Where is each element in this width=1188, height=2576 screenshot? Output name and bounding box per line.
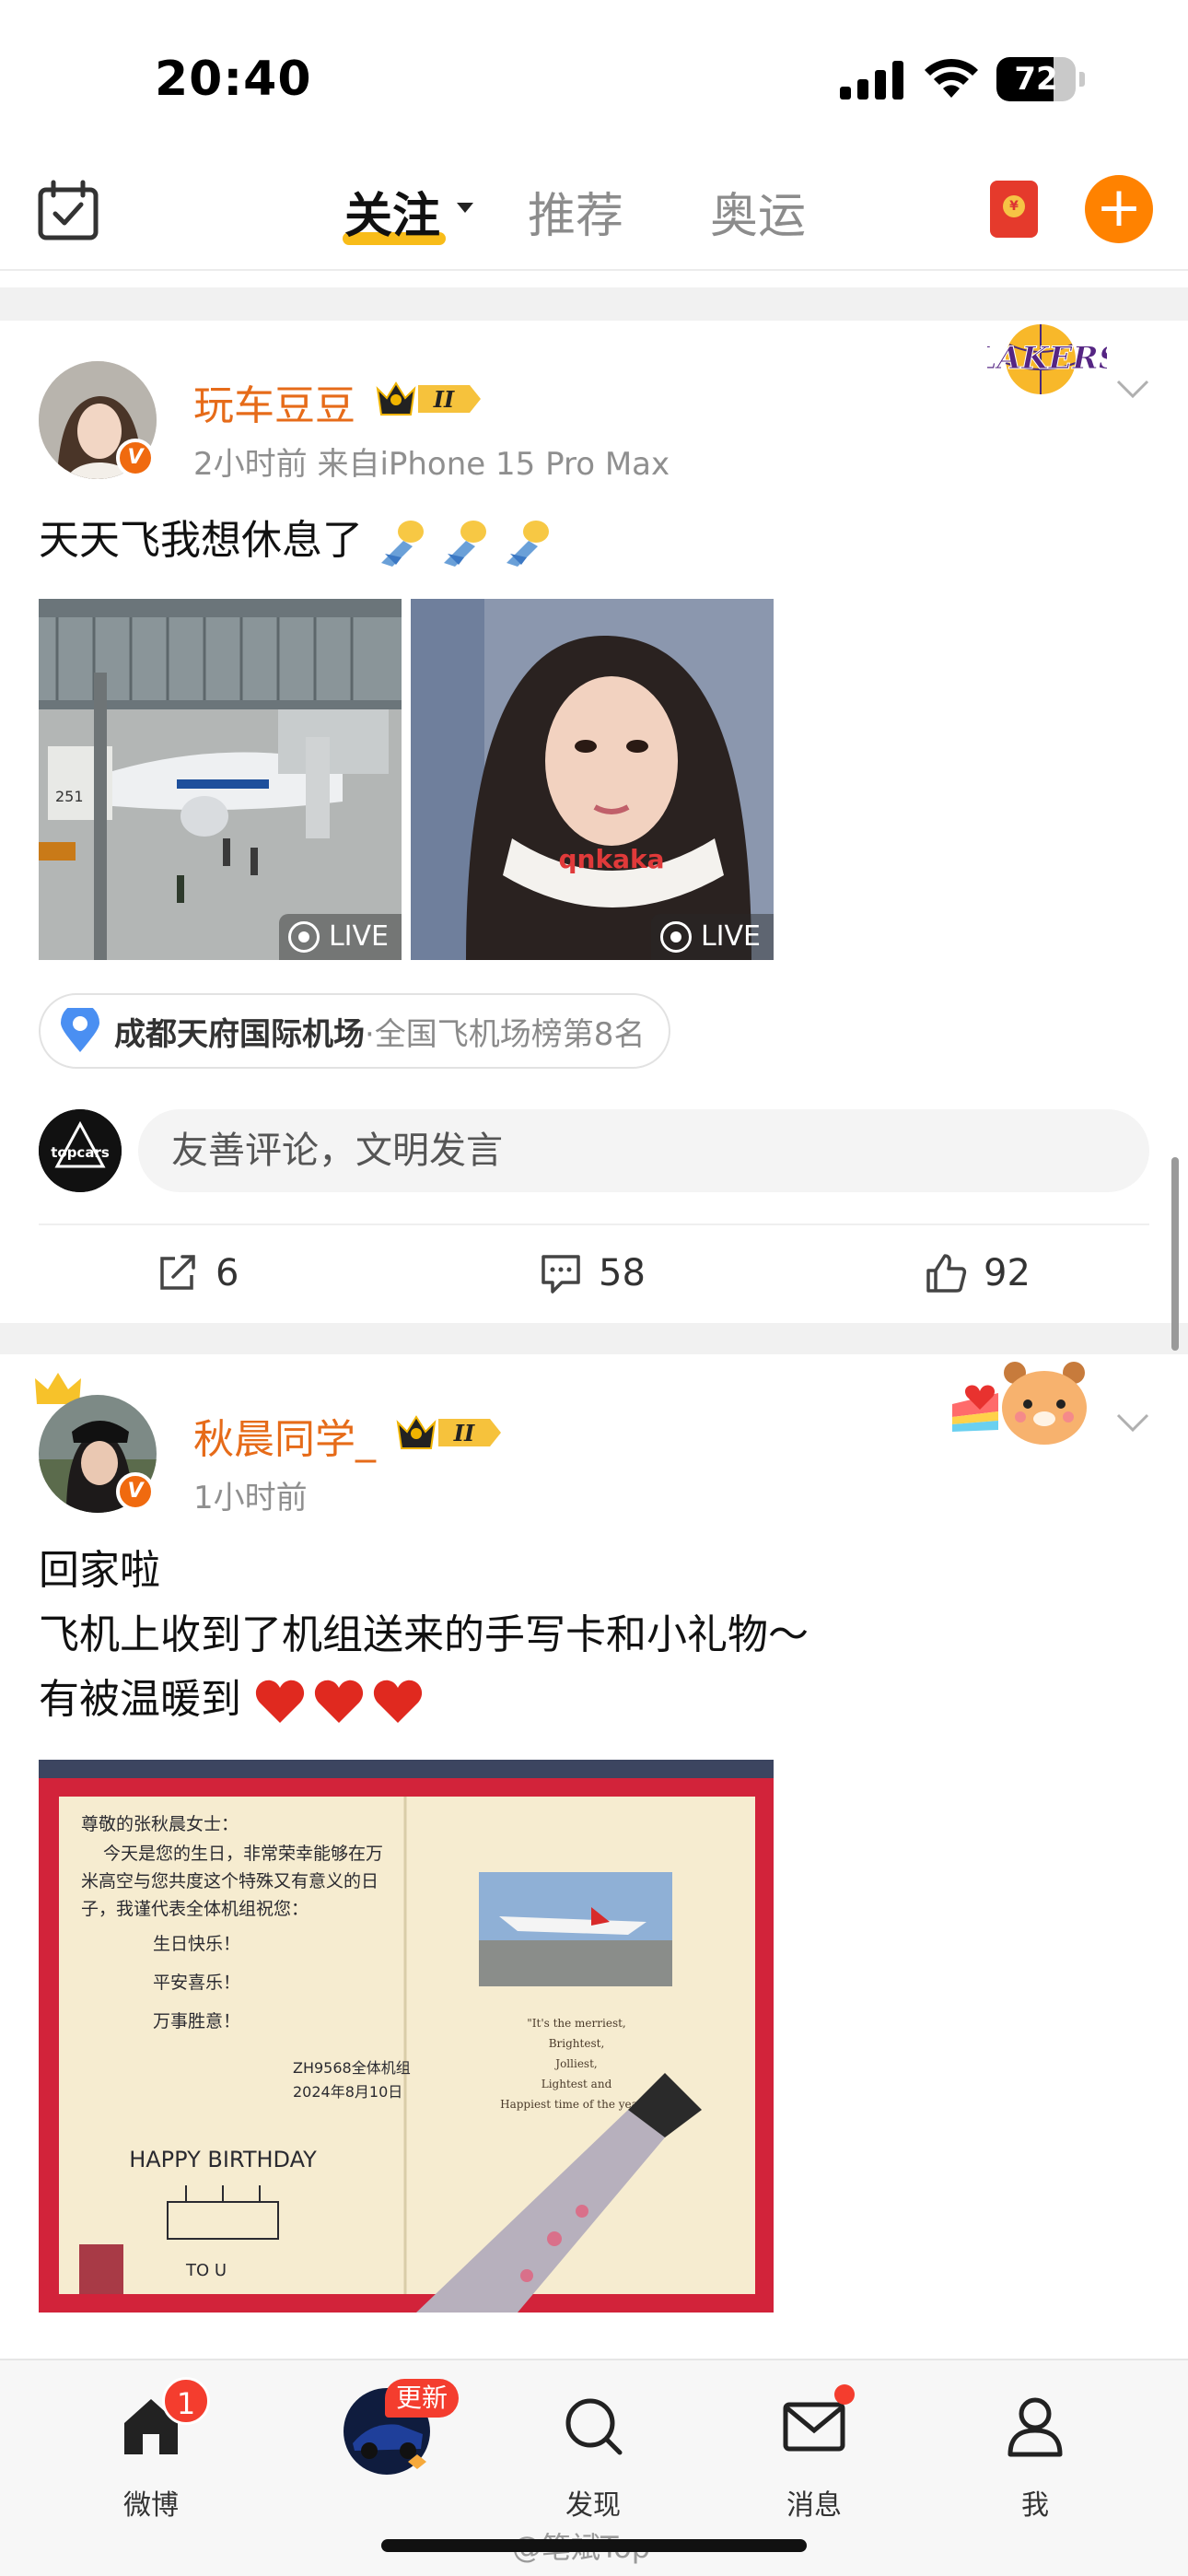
location-rank: ·全国飞机场榜第8名 (365, 1015, 646, 1053)
top-nav: 关注 推荐 奥运 ¥ + (0, 157, 1188, 271)
chevron-down-icon[interactable] (1114, 1411, 1151, 1434)
post-image-selfie[interactable]: qnkaka LIVE (411, 599, 774, 960)
lakers-fan-badge-icon: LAKERS (987, 324, 1107, 394)
post-meta: 2小时前 来自iPhone 15 Pro Max (193, 446, 670, 483)
svg-text:2024年8月10日: 2024年8月10日 (293, 2083, 402, 2101)
svg-text:"It's the merriest,: "It's the merriest, (527, 2017, 626, 2030)
live-photo-badge: LIVE (650, 914, 774, 960)
compose-plus-button[interactable]: + (1085, 175, 1153, 243)
svg-text:万事胜意！: 万事胜意！ (153, 2011, 240, 2032)
post-text-line: 回家啦 (39, 1547, 160, 1594)
svg-text:II: II (433, 386, 455, 413)
tab-recommend[interactable]: 推荐 (528, 177, 623, 246)
post-text: 天天飞我想休息了 (39, 509, 556, 573)
red-heart-icon (372, 1679, 424, 1725)
dropdown-caret-icon[interactable] (457, 203, 473, 213)
verified-badge-icon: V (116, 1472, 155, 1511)
svg-text:II: II (453, 1420, 475, 1446)
post-image-airport[interactable]: 251 LIVE (39, 599, 402, 960)
tab-messages[interactable]: 消息 (750, 2388, 879, 2522)
svg-text:HAPPY BIRTHDAY: HAPPY BIRTHDAY (129, 2147, 317, 2172)
live-photo-icon (287, 921, 320, 953)
svg-text:ZH9568全体机组: ZH9568全体机组 (293, 2059, 411, 2077)
live-photo-badge: LIVE (278, 914, 402, 960)
svg-text:qnkaka: qnkaka (558, 844, 664, 874)
profile-icon (1007, 2397, 1063, 2457)
airplane-emoji-icon (376, 517, 431, 568)
svg-text:今天是您的生日，非常荣幸能够在万: 今天是您的生日，非常荣幸能够在万 (103, 1844, 383, 1864)
status-time: 20:40 (155, 52, 312, 107)
svg-text:Brightest,: Brightest, (549, 2037, 605, 2050)
verified-badge-icon: V (116, 439, 155, 477)
feed-separator (0, 287, 1188, 321)
update-badge: 更新 (385, 2379, 460, 2418)
svg-text:子，我谨代表全体机组祝您：: 子，我谨代表全体机组祝您： (81, 1899, 309, 1919)
post-text-line-hearts: 有被温暖到 (39, 1668, 809, 1732)
comment-input[interactable]: 友善评论，文明发言 (138, 1109, 1149, 1192)
chevron-down-icon[interactable] (1114, 378, 1151, 400)
svg-text:TO U: TO U (185, 2261, 227, 2280)
svg-text:topcars: topcars (51, 1144, 110, 1161)
svg-text:平安喜乐！: 平安喜乐！ (153, 1973, 240, 1993)
svg-text:Lightest and: Lightest and (542, 2078, 612, 2090)
wifi-icon (925, 58, 978, 98)
comment-button[interactable]: 58 (540, 1246, 646, 1301)
svg-text:251: 251 (55, 788, 84, 805)
post-username[interactable]: 玩车豆豆 (193, 372, 355, 431)
tab-olympics[interactable]: 奥运 (710, 177, 806, 246)
svg-text:LAKERS: LAKERS (987, 340, 1107, 377)
bear-fan-badge-icon (952, 1362, 1087, 1445)
post-meta: 1小时前 (193, 1480, 308, 1516)
post-text: 回家啦 飞机上收到了机组送来的手写卡和小礼物～ 有被温暖到 (39, 1539, 809, 1732)
tab-label: 微博 (123, 2489, 179, 2522)
repost-icon (160, 1255, 195, 1290)
comment-icon (542, 1255, 580, 1294)
cellular-signal-icon (840, 61, 903, 100)
tab-label: 发现 (565, 2489, 621, 2522)
message-unread-dot (834, 2384, 855, 2405)
live-photo-icon (659, 921, 692, 953)
battery-percent: 72 (1014, 61, 1058, 98)
scrollbar[interactable] (1171, 1157, 1179, 1351)
vip-crown-badge-icon: II (376, 381, 481, 416)
battery-indicator: 72 (996, 57, 1085, 101)
tab-discover[interactable]: 发现 (529, 2388, 658, 2522)
repost-button[interactable]: 6 (157, 1246, 239, 1301)
tab-following[interactable]: 关注 (344, 177, 440, 246)
svg-text:生日快乐！: 生日快乐！ (153, 1934, 240, 1954)
home-indicator[interactable] (381, 2539, 807, 2552)
tab-label: 我 (1021, 2489, 1049, 2522)
vip-crown-badge-icon: II (396, 1415, 501, 1449)
like-button[interactable]: 92 (925, 1246, 1031, 1301)
location-name: 成都天府国际机场 (114, 1015, 365, 1053)
svg-text:尊敬的张秋晨女士：: 尊敬的张秋晨女士： (81, 1814, 239, 1834)
red-packet-icon[interactable]: ¥ (990, 181, 1038, 238)
repost-count: 6 (215, 1252, 239, 1294)
airplane-emoji-icon (501, 517, 556, 568)
post-username[interactable]: 秋晨同学_ (193, 1406, 376, 1465)
location-tag[interactable]: 成都天府国际机场 ·全国飞机场榜第8名 (39, 993, 671, 1069)
feed-separator (0, 1323, 1188, 1354)
my-avatar[interactable]: topcars (39, 1109, 122, 1192)
thumbs-up-icon (926, 1254, 967, 1293)
search-icon (565, 2398, 623, 2455)
svg-text:米高空与您共度这个特殊又有意义的日: 米高空与您共度这个特殊又有意义的日 (81, 1871, 379, 1891)
mail-icon (783, 2402, 845, 2452)
location-pin-icon (61, 1008, 99, 1052)
calendar-check-icon[interactable] (37, 179, 99, 241)
like-count: 92 (984, 1252, 1031, 1294)
divider (39, 1224, 1149, 1225)
home-notification-badge: 1 (162, 2377, 210, 2425)
tab-label: 消息 (786, 2489, 842, 2522)
red-heart-icon (313, 1679, 365, 1725)
post-image-birthday-card[interactable]: "It's the merriest, Brightest, Jolliest,… (39, 1760, 774, 2313)
tab-me[interactable]: 我 (971, 2388, 1100, 2522)
red-heart-icon (254, 1679, 306, 1725)
svg-text:Jolliest,: Jolliest, (553, 2057, 597, 2070)
airplane-emoji-icon (438, 517, 494, 568)
post-text-line: 飞机上收到了机组送来的手写卡和小礼物～ (39, 1611, 809, 1658)
comment-count: 58 (599, 1252, 646, 1294)
